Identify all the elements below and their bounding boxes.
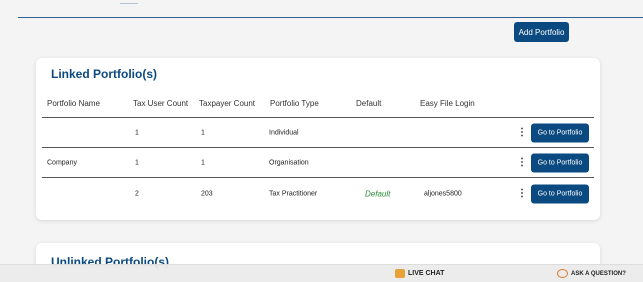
chat-bar: LIVE CHAT ASK A QUESTION? xyxy=(0,264,643,282)
cell-taxpayer-count: 203 xyxy=(201,190,213,198)
cell-default: Default xyxy=(365,189,391,199)
table-row: 2 203 Tax Practitioner Default aljones58… xyxy=(42,177,594,210)
cell-tax-user-count: 1 xyxy=(135,159,139,166)
go-to-portfolio-button[interactable]: Go to Portfolio xyxy=(531,184,589,204)
column-header-easy-file-login: Easy File Login xyxy=(420,99,475,108)
header-divider xyxy=(18,17,643,18)
column-header-tax-user-count: Tax User Count xyxy=(133,99,189,108)
linked-portfolios-card: Linked Portfolio(s) Portfolio Name Tax U… xyxy=(36,58,600,220)
cell-tax-user-count: 2 xyxy=(135,190,139,198)
go-to-portfolio-button[interactable]: Go to Portfolio xyxy=(531,153,589,172)
more-options-icon[interactable]: ⋮ xyxy=(517,189,527,199)
cell-tax-user-count: 1 xyxy=(135,129,139,136)
go-to-portfolio-button[interactable]: Go to Portfolio xyxy=(531,123,589,142)
cell-taxpayer-count: 1 xyxy=(201,159,205,166)
chat-icon xyxy=(395,269,405,278)
table-row: Company 1 1 Organisation ⋮ Go to Portfol… xyxy=(42,147,594,177)
header-remnant xyxy=(120,0,138,4)
column-header-default: Default xyxy=(356,99,382,108)
more-options-icon[interactable]: ⋮ xyxy=(517,157,527,168)
speech-bubble-icon xyxy=(557,269,568,278)
cell-portfolio-name: Company xyxy=(47,159,77,166)
ask-question-button[interactable]: ASK A QUESTION? xyxy=(557,269,626,278)
linked-portfolios-title: Linked Portfolio(s) xyxy=(51,67,157,81)
more-options-icon[interactable]: ⋮ xyxy=(517,127,527,138)
table-row: 1 1 Individual ⋮ Go to Portfolio xyxy=(42,117,594,147)
cell-easy-file-login: aljones5800 xyxy=(424,190,462,198)
cell-portfolio-type: Tax Practitioner xyxy=(269,190,318,198)
cell-taxpayer-count: 1 xyxy=(201,129,205,136)
add-portfolio-button[interactable]: Add Portfolio xyxy=(514,22,569,42)
column-header-taxpayer-count: Taxpayer Count xyxy=(199,99,256,108)
column-header-portfolio-type: Portfolio Type xyxy=(270,99,319,108)
column-header-portfolio-name: Portfolio Name xyxy=(47,99,100,108)
cell-portfolio-type: Individual xyxy=(269,129,299,136)
ask-question-label: ASK A QUESTION? xyxy=(571,270,626,277)
cell-portfolio-type: Organisation xyxy=(269,159,309,166)
live-chat-label: LIVE CHAT xyxy=(408,270,445,277)
live-chat-button[interactable]: LIVE CHAT xyxy=(395,269,444,278)
